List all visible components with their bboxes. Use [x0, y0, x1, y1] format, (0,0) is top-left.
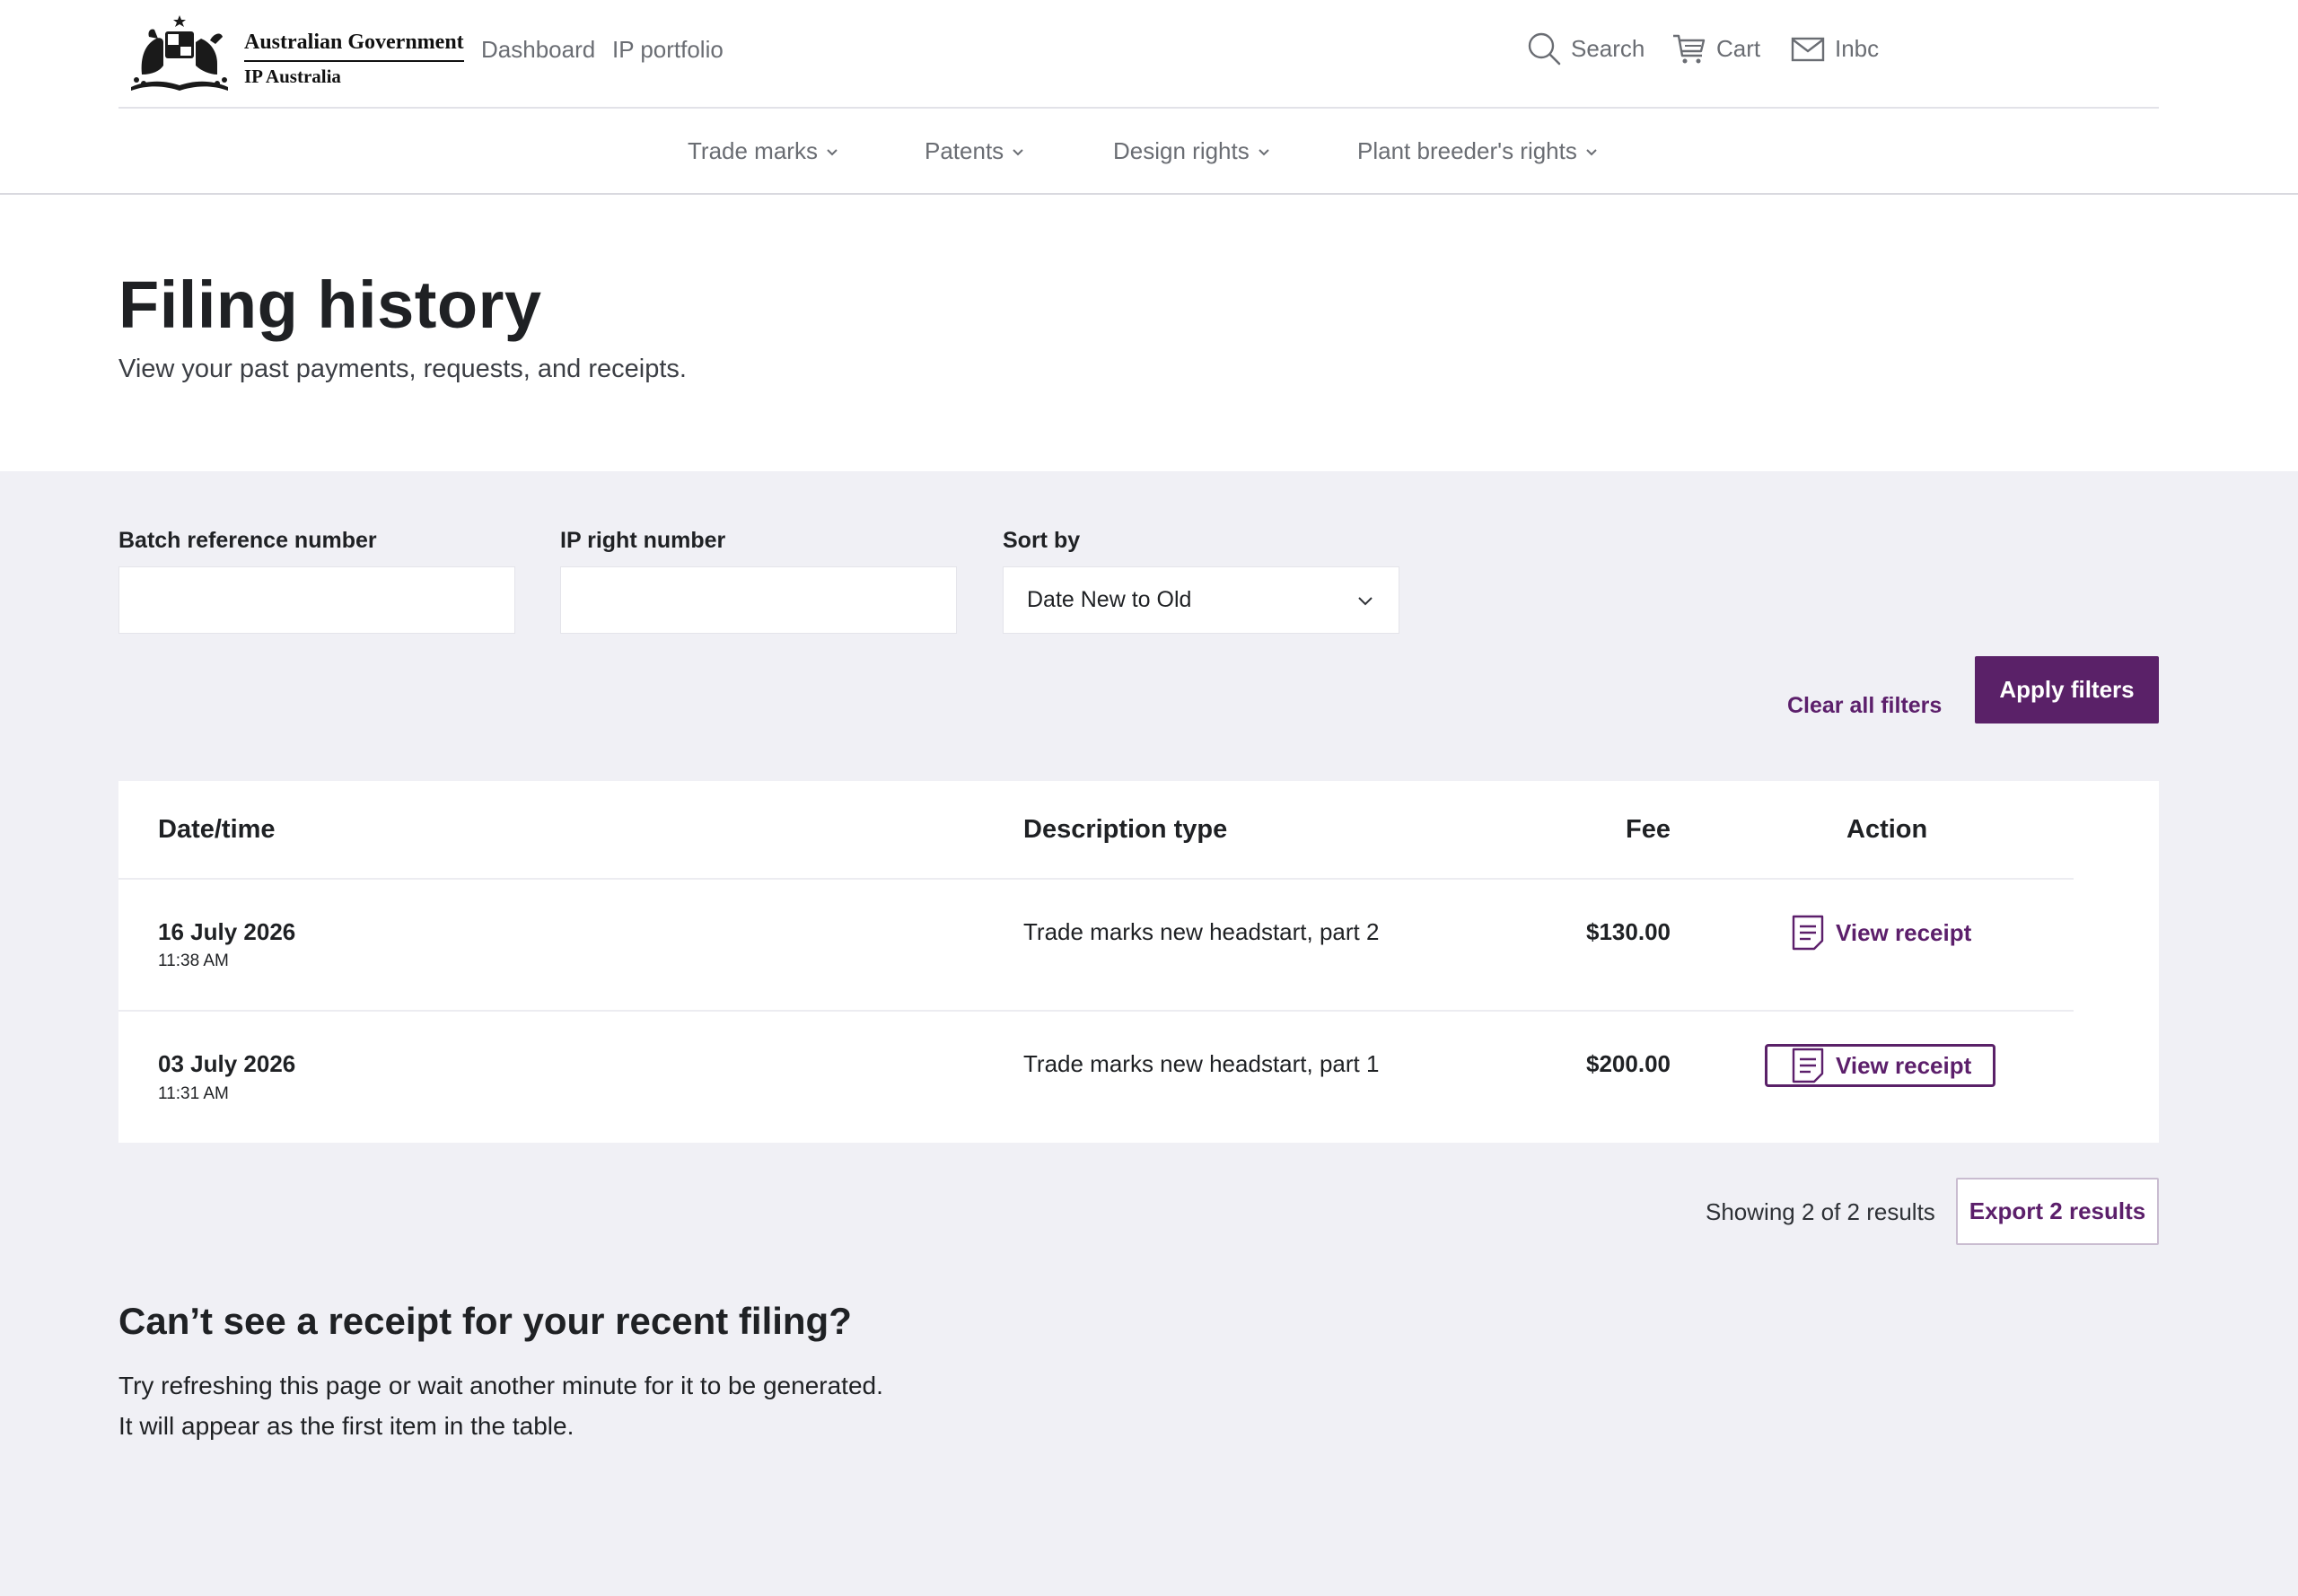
chevron-down-icon [1358, 596, 1373, 605]
help-heading: Can’t see a receipt for your recent fili… [118, 1300, 852, 1342]
sort-by-label: Sort by [1003, 528, 1081, 553]
coat-of-arms-icon [131, 15, 228, 91]
inbox-button[interactable]: Inbc [1790, 31, 1879, 66]
ip-portfolio-link[interactable]: IP portfolio [612, 36, 724, 64]
help-text-line-2: It will appear as the first item in the … [118, 1412, 574, 1440]
row-fee: $130.00 [1586, 918, 1671, 945]
site-header: Australian Government IP Australia Dashb… [0, 0, 2298, 195]
logo-line-ip-australia: IP Australia [244, 66, 341, 87]
page-header: Filing history View your past payments, … [0, 195, 2298, 471]
cart-icon [1673, 34, 1706, 64]
view-receipt-button[interactable]: View receipt [1765, 911, 1995, 954]
ip-right-number-input[interactable] [560, 566, 957, 634]
nav-item-label: Design rights [1113, 137, 1250, 164]
nav-item-design-rights[interactable]: Design rights [1113, 137, 1271, 165]
search-button[interactable]: Search [1526, 31, 1645, 66]
site-logo[interactable]: Australian Government IP Australia [124, 11, 465, 95]
logo-text: Australian Government IP Australia [244, 31, 464, 88]
page-subtitle: View your past payments, requests, and r… [118, 355, 687, 383]
nav-item-label: Trade marks [688, 137, 818, 164]
nav-item-trade-marks[interactable]: Trade marks [688, 137, 839, 165]
nav-item-label: Patents [925, 137, 1004, 164]
search-icon [1528, 32, 1561, 66]
chevron-down-icon [827, 148, 838, 155]
filing-history-table: Date/time Description type Fee Action 16… [118, 781, 2159, 1143]
search-label: Search [1571, 34, 1645, 62]
chevron-down-icon [1013, 148, 1023, 155]
row-divider [118, 1010, 2074, 1012]
mail-icon [1791, 37, 1825, 62]
row-date: 16 July 2026 [158, 918, 296, 945]
batch-reference-label: Batch reference number [118, 528, 377, 553]
row-description: Trade marks new headstart, part 2 [1023, 918, 1380, 945]
apply-filters-button[interactable]: Apply filters [1975, 656, 2159, 723]
column-header-action: Action [1846, 815, 1928, 844]
top-bar: Australian Government IP Australia Dashb… [118, 0, 2159, 109]
chevron-down-icon [1586, 148, 1597, 155]
column-header-date: Date/time [158, 815, 276, 844]
ip-right-number-label: IP right number [560, 528, 726, 553]
chevron-down-icon [1259, 148, 1269, 155]
batch-reference-input[interactable] [118, 566, 515, 634]
view-receipt-button[interactable]: View receipt [1765, 1044, 1996, 1087]
logo-line-government: Australian Government [244, 31, 464, 62]
nav-item-label: Plant breeder's rights [1357, 137, 1577, 164]
row-date: 03 July 2026 [158, 1050, 296, 1077]
receipt-icon [1792, 915, 1824, 951]
cart-label: Cart [1716, 34, 1761, 62]
nav-item-patents[interactable]: Patents [925, 137, 1025, 165]
page-title: Filing history [118, 267, 542, 342]
column-header-description: Description type [1023, 815, 1228, 844]
row-time: 11:38 AM [158, 951, 229, 970]
results-count: Showing 2 of 2 results [1706, 1198, 1935, 1225]
row-divider [118, 878, 2074, 880]
nav-item-plant-breeders-rights[interactable]: Plant breeder's rights [1357, 137, 1599, 165]
clear-all-filters-link[interactable]: Clear all filters [1787, 693, 1942, 719]
view-receipt-label: View receipt [1836, 1051, 1972, 1079]
dashboard-link[interactable]: Dashboard [481, 36, 595, 64]
row-description: Trade marks new headstart, part 1 [1023, 1050, 1380, 1077]
cart-button[interactable]: Cart [1671, 31, 1760, 66]
row-fee: $200.00 [1586, 1050, 1671, 1077]
main-navigation: Trade marks Patents Design rights Plant … [0, 109, 2298, 193]
column-header-fee: Fee [1626, 815, 1671, 844]
sort-by-select[interactable]: Date New to Old [1003, 566, 1399, 634]
row-time: 11:31 AM [158, 1084, 229, 1103]
inbox-label: Inbc [1835, 34, 1880, 62]
receipt-icon [1792, 1048, 1824, 1083]
help-text-line-1: Try refreshing this page or wait another… [118, 1372, 883, 1399]
view-receipt-label: View receipt [1836, 918, 1972, 946]
sort-by-value: Date New to Old [1027, 587, 1192, 612]
export-results-button[interactable]: Export 2 results [1956, 1178, 2159, 1245]
